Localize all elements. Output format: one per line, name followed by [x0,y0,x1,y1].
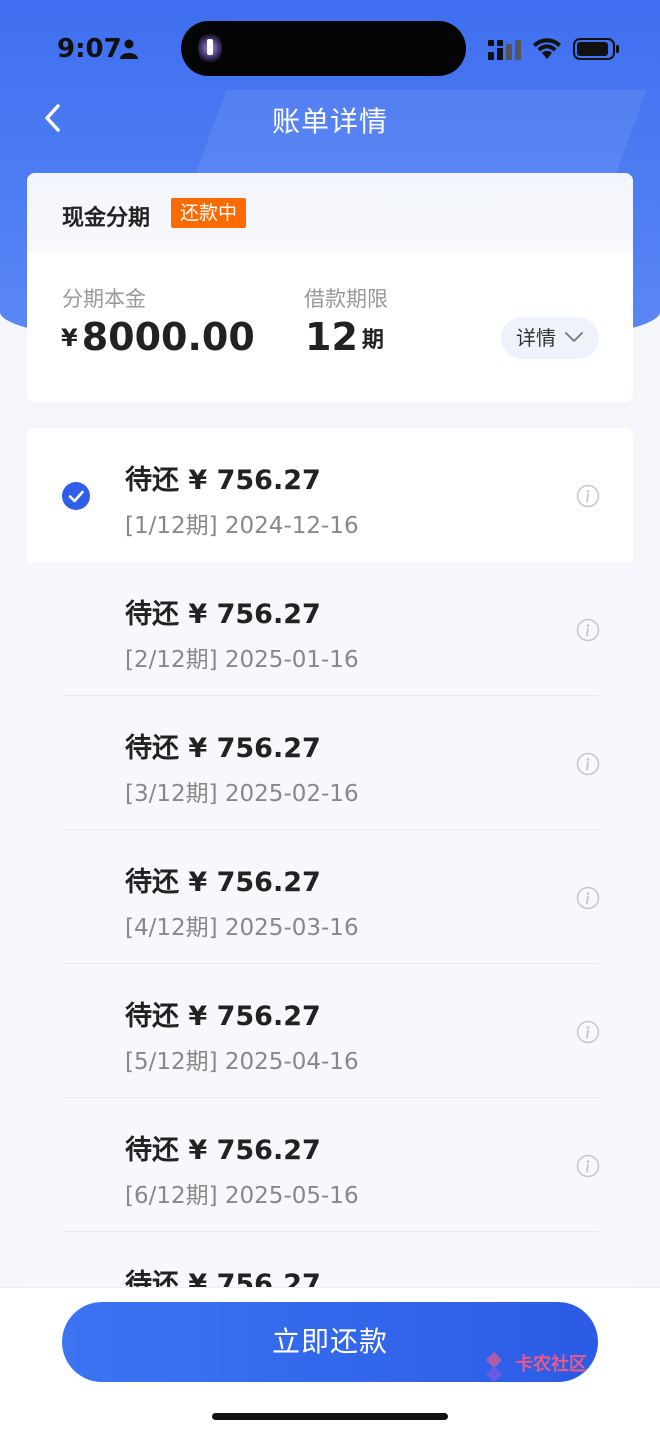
wifi-icon [533,38,561,59]
signal-icon [488,40,521,60]
status-bar: 9:07 [0,0,660,96]
installment-amount: 待还 ¥ 756.27 [125,1135,321,1166]
installment-period-date: [6/12期] 2025-05-16 [125,1183,359,1209]
installment-row[interactable]: 待还 ¥ 756.27 [5/12期] 2025-04-16 [27,964,633,1098]
watermark-text: 卡农社区 [515,1354,587,1375]
principal-label: 分期本金 [62,287,146,311]
principal-value: ¥8000.00 [61,315,255,359]
bottom-action-bar: 立即还款 卡农社区 [0,1287,660,1434]
currency-symbol: ¥ [61,324,78,352]
installment-list: 待还 ¥ 756.27 [1/12期] 2024-12-16 待还 ¥ 756.… [27,428,633,1288]
status-time: 9:07 [57,34,122,64]
installment-period-date: [5/12期] 2025-04-16 [125,1049,359,1075]
info-icon[interactable] [576,484,600,508]
summary-header: 现金分期 还款中 [27,173,633,253]
battery-icon [573,38,619,60]
installment-amount: 待还 ¥ 756.27 [125,1269,321,1288]
term-number: 12 [305,315,358,359]
info-icon[interactable] [576,618,600,642]
installment-period-date: [3/12期] 2025-02-16 [125,781,359,807]
info-icon[interactable] [576,1020,600,1044]
installment-row[interactable]: 待还 ¥ 756.27 [3/12期] 2025-02-16 [27,696,633,830]
chevron-down-icon [565,332,583,342]
product-name: 现金分期 [62,206,151,231]
info-icon[interactable] [576,886,600,910]
installment-period-date: [1/12期] 2024-12-16 [125,513,359,539]
check-icon[interactable] [62,482,90,510]
principal-amount: 8000.00 [81,315,255,359]
info-icon[interactable] [576,752,600,776]
details-label: 详情 [516,326,556,350]
term-unit: 期 [361,328,384,353]
installment-amount: 待还 ¥ 756.27 [125,599,321,630]
installment-row[interactable]: 待还 ¥ 756.27 [1/12期] 2024-12-16 [27,428,633,562]
term-value: 12 期 [305,315,384,359]
dynamic-island [181,21,466,76]
flashlight-icon [198,30,222,66]
info-icon[interactable] [576,1154,600,1178]
installment-period-date: [4/12期] 2025-03-16 [125,915,359,941]
installment-period-date: [2/12期] 2025-01-16 [125,647,359,673]
person-icon [120,39,138,59]
page-title: 账单详情 [271,105,388,138]
bill-summary-card: 现金分期 还款中 分期本金 借款期限 ¥8000.00 12 期 详情 [27,173,633,402]
installment-amount: 待还 ¥ 756.27 [125,733,321,764]
installment-amount: 待还 ¥ 756.27 [125,867,321,898]
home-indicator [212,1413,448,1420]
installment-row[interactable]: 待还 ¥ 756.27 [6/12期] 2025-05-16 [27,1098,633,1232]
installment-amount: 待还 ¥ 756.27 [125,1001,321,1032]
installment-row[interactable]: 待还 ¥ 756.27 [27,1232,633,1288]
installment-row[interactable]: 待还 ¥ 756.27 [2/12期] 2025-01-16 [27,562,633,696]
installment-amount: 待还 ¥ 756.27 [125,465,321,496]
term-label: 借款期限 [304,287,388,311]
status-badge: 还款中 [171,198,247,228]
details-button[interactable]: 详情 [501,317,599,359]
installment-row[interactable]: 待还 ¥ 756.27 [4/12期] 2025-03-16 [27,830,633,964]
